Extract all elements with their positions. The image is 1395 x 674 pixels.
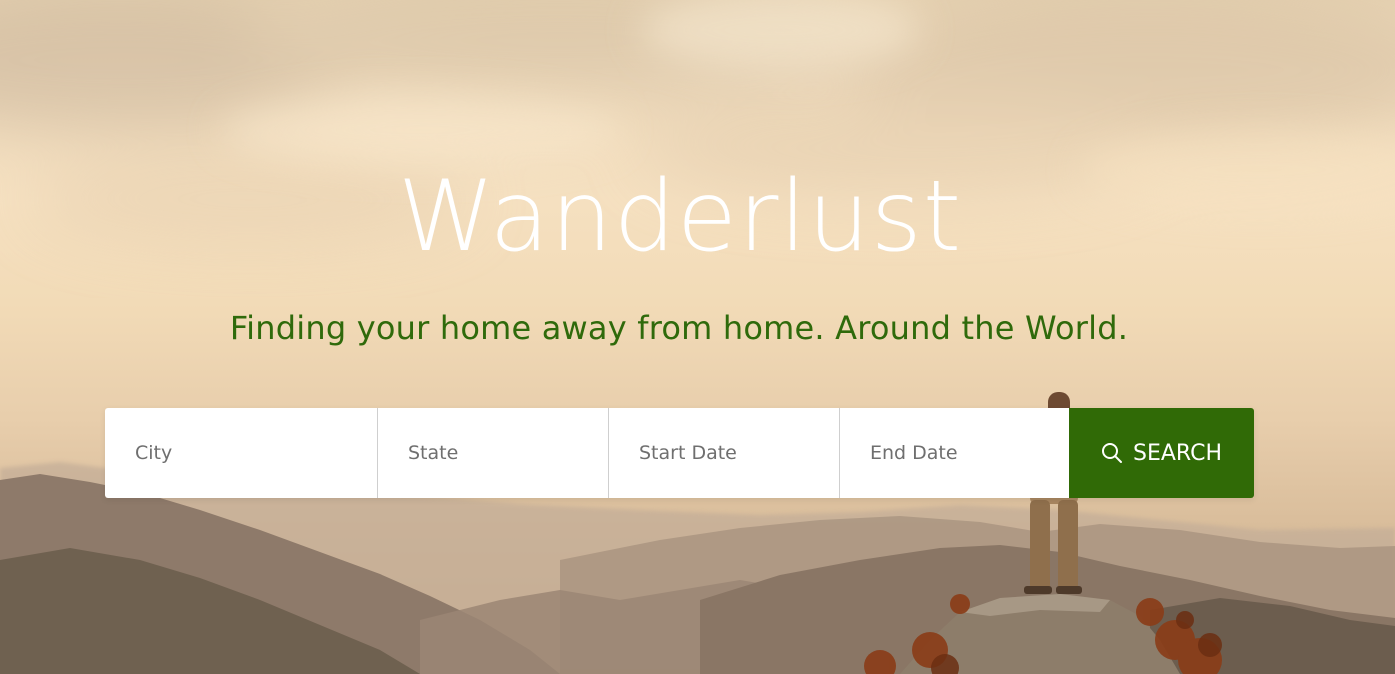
site-title: Wanderlust bbox=[397, 160, 963, 274]
search-button[interactable]: SEARCH bbox=[1069, 408, 1254, 498]
city-input[interactable] bbox=[105, 408, 377, 498]
search-button-label: SEARCH bbox=[1132, 440, 1222, 466]
site-tagline: Finding your home away from home. Around… bbox=[229, 309, 1129, 347]
search-form: SEARCH bbox=[105, 408, 1254, 498]
start-date-input[interactable] bbox=[608, 408, 839, 498]
state-input[interactable] bbox=[377, 408, 608, 498]
end-date-input[interactable] bbox=[839, 408, 1069, 498]
hero-section: Wanderlust Finding your home away from h… bbox=[0, 0, 1395, 674]
search-icon bbox=[1101, 443, 1122, 463]
